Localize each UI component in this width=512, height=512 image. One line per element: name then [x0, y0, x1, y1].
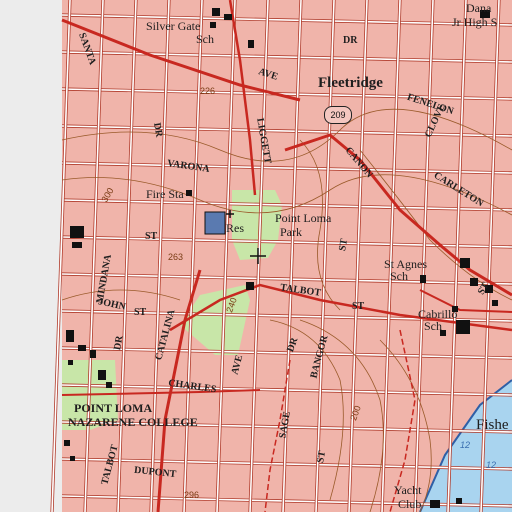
label-st-left: ST — [145, 231, 158, 242]
map-canvas — [0, 0, 512, 512]
route-shield-209: 209 — [324, 106, 352, 124]
label-fisher: Fishe — [476, 417, 509, 433]
label-fleetridge: Fleetridge — [318, 75, 383, 91]
elevation-296: 296 — [184, 490, 200, 500]
label-dana: Dana — [466, 1, 492, 15]
reservoir — [204, 211, 226, 235]
label-st-agnes-sch: Sch — [390, 269, 408, 283]
label-st-mid: ST — [337, 237, 351, 252]
label-club: Club — [398, 497, 422, 511]
label-st-sage: ST — [315, 449, 329, 464]
elevation-226: 226 — [200, 86, 216, 96]
left-margin — [0, 0, 62, 512]
label-yacht: Yacht — [394, 483, 422, 497]
label-cabrillo-sch: Sch — [424, 319, 442, 333]
label-park: Park — [280, 225, 302, 239]
label-nazarene-college: NAZARENE COLLEGE — [68, 415, 198, 429]
label-fire-sta: Fire Sta — [146, 187, 184, 201]
label-jr-high: Jr High S — [452, 15, 498, 29]
depth-12a: 12 — [460, 440, 471, 450]
label-silver-gate-sch: Sch — [196, 32, 214, 46]
label-dr-top-left: DR — [151, 121, 165, 138]
label-res: Res — [226, 221, 244, 235]
elevation-263: 263 — [168, 252, 184, 262]
label-st-john: ST — [134, 307, 147, 318]
topographic-map[interactable]: Silver Gate Sch Dana Jr High S Fleetridg… — [0, 0, 512, 512]
label-silver-gate: Silver Gate — [146, 19, 201, 33]
label-dr-top: DR — [343, 35, 358, 46]
label-point-loma-park: Point Loma — [275, 211, 332, 225]
depth-12b: 12 — [486, 460, 497, 470]
label-point-loma-nazarene: POINT LOMA — [74, 401, 153, 415]
label-st-talbot: ST — [352, 301, 365, 312]
